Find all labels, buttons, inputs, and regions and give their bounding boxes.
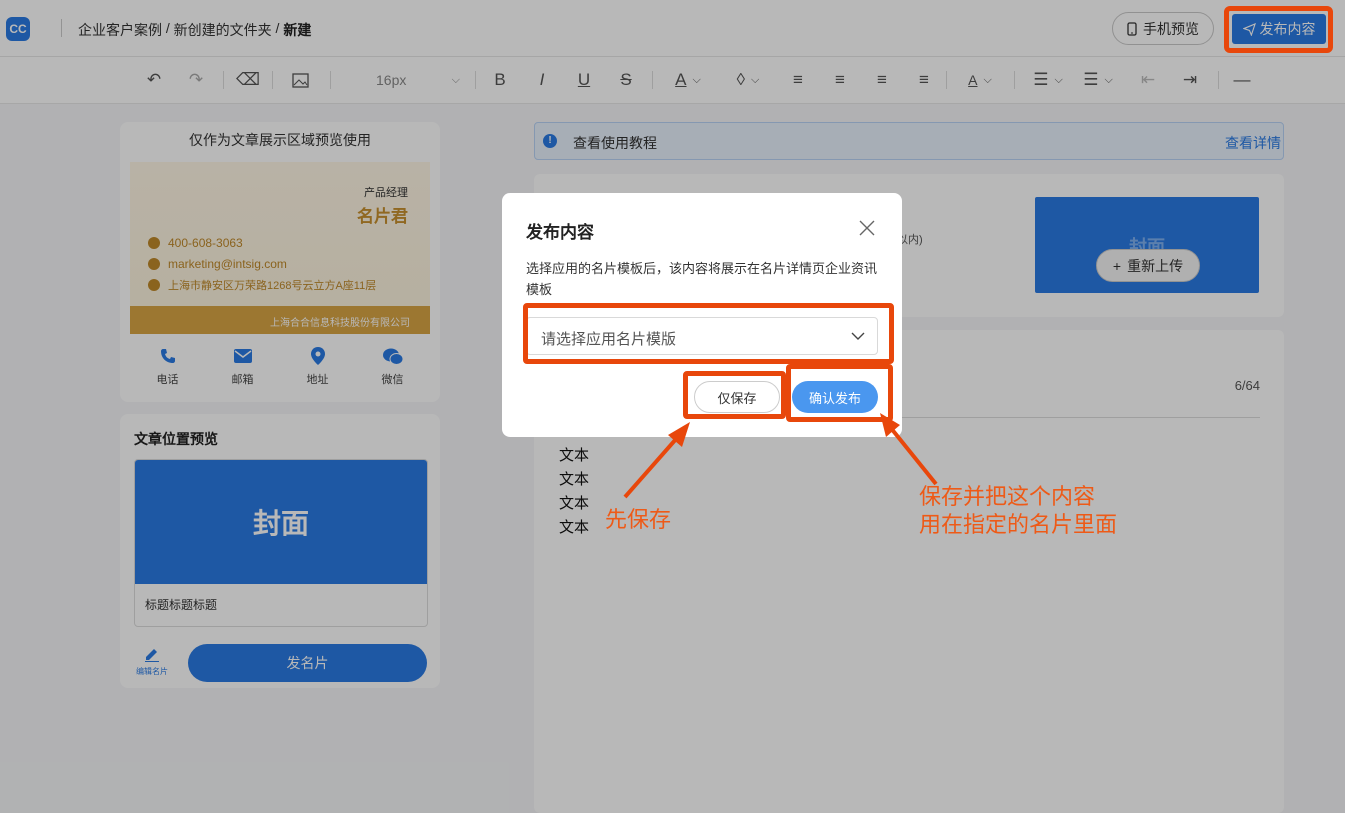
- dialog-title: 发布内容: [526, 223, 594, 242]
- select-highlight: [523, 303, 894, 364]
- annotation-confirm-line2: 用在指定的名片里面: [919, 512, 1118, 537]
- publish-highlight: [1224, 6, 1333, 53]
- confirm-highlight: [786, 364, 893, 422]
- save-highlight: [683, 371, 786, 419]
- dialog-description: 选择应用的名片模板后，该内容将展示在名片详情页企业资讯模板: [526, 261, 878, 297]
- annotation-save-first: 先保存: [605, 507, 672, 532]
- annotation-confirm-line1: 保存并把这个内容: [919, 484, 1096, 509]
- close-icon[interactable]: [858, 219, 876, 237]
